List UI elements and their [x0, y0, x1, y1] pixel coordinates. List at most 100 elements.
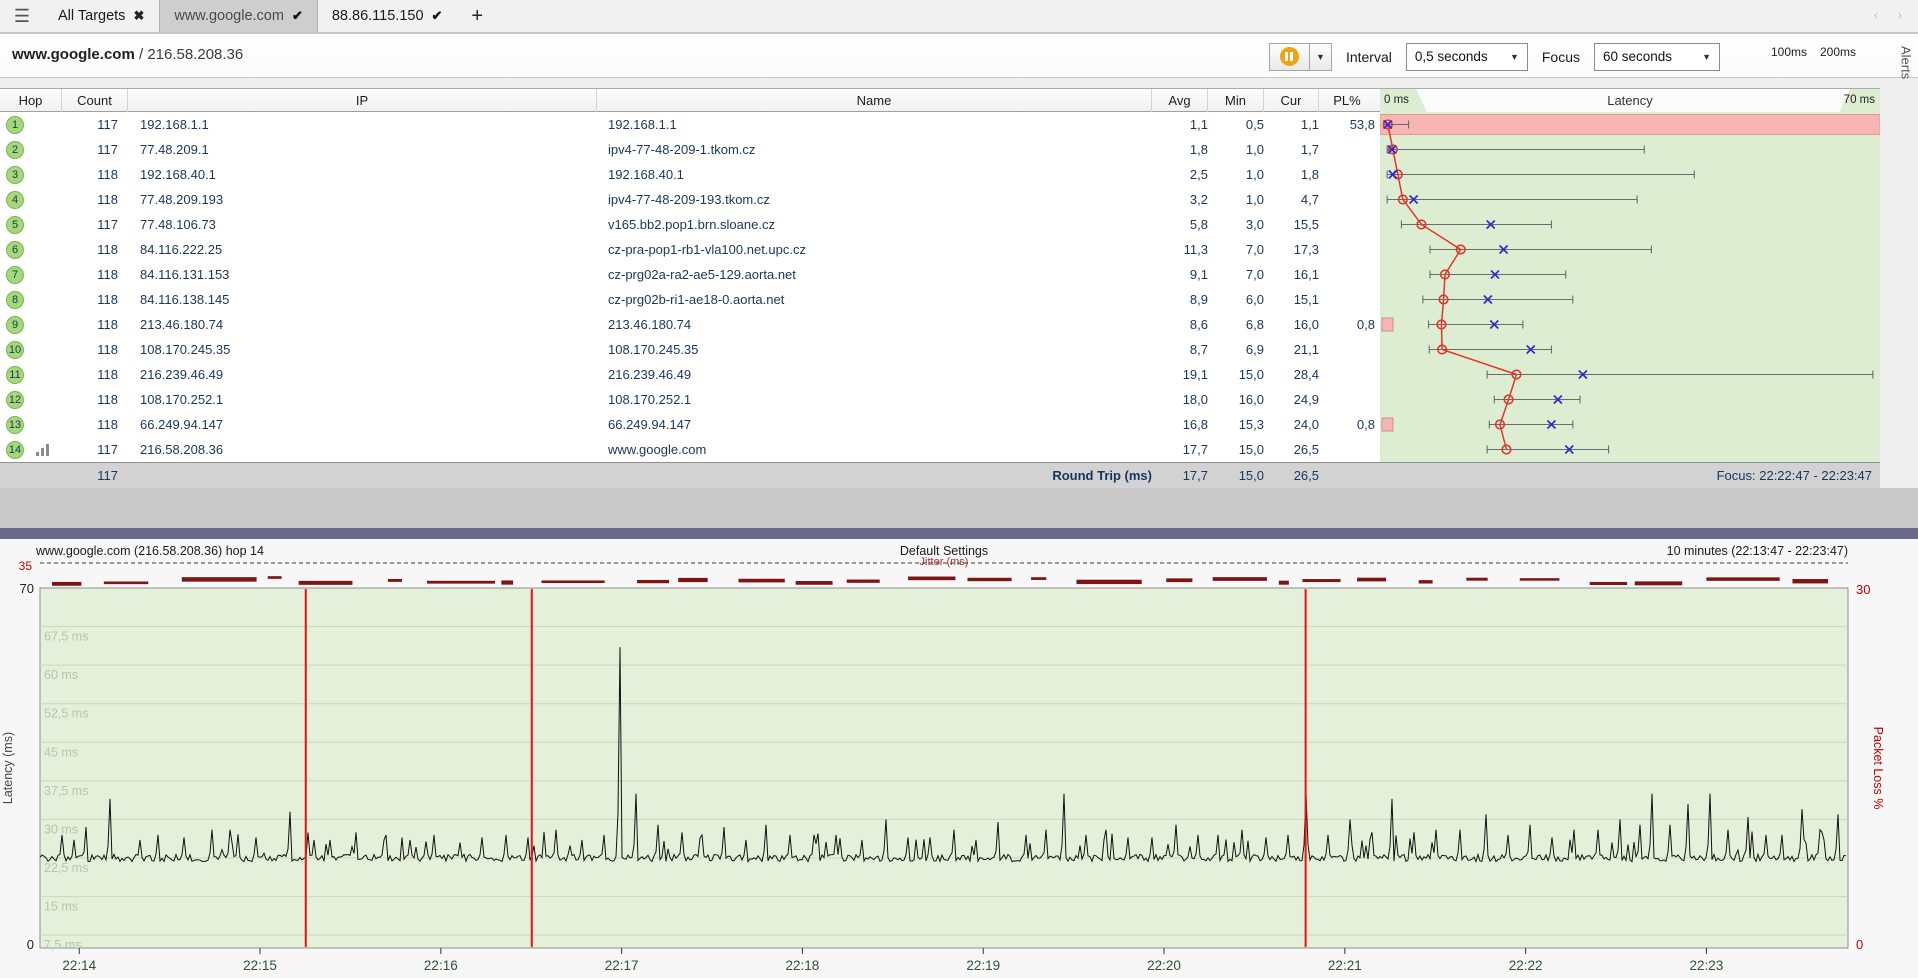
cell-cur: 17,3 [1264, 237, 1319, 262]
trace-table-header: Hop Count IP Name Avg Min Cur PL% 0 ms L… [0, 88, 1880, 112]
cell-name: 192.168.1.1 [608, 112, 677, 137]
tab-all-targets[interactable]: All Targets ✖ [44, 0, 159, 32]
table-row[interactable]: 811884.116.138.145cz-prg02b-ri1-ae18-0.a… [0, 287, 1380, 312]
cell-name: 108.170.252.1 [608, 387, 691, 412]
svg-text:22:15: 22:15 [243, 958, 277, 973]
pause-icon [1280, 47, 1299, 66]
svg-text:22:18: 22:18 [786, 958, 820, 973]
table-row[interactable]: 211777.48.209.1ipv4-77-48-209-1.tkom.cz1… [0, 137, 1380, 162]
trace-controls: ▼ Interval 0,5 seconds▼ Focus 60 seconds… [1269, 34, 1884, 79]
hop-number-badge: 10 [6, 341, 24, 359]
alerts-panel-tab[interactable]: Alerts [1894, 34, 1918, 92]
column-header-avg[interactable]: Avg [1152, 89, 1208, 112]
pause-button[interactable] [1269, 43, 1309, 71]
scale-green-segment [1734, 60, 1792, 68]
pause-button-group: ▼ [1269, 43, 1332, 71]
cell-min: 15,0 [1208, 362, 1264, 387]
column-header-count[interactable]: Count [62, 89, 128, 112]
hop-number-badge: 12 [6, 391, 24, 409]
cell-count: 117 [62, 212, 118, 237]
tab-88-86-115-150[interactable]: 88.86.115.150 ✔ [318, 0, 458, 32]
table-row[interactable]: 511777.48.106.73v165.bb2.pop1.brn.sloane… [0, 212, 1380, 237]
focus-label: Focus [1542, 49, 1580, 65]
table-row[interactable]: 411877.48.209.193ipv4-77-48-209-193.tkom… [0, 187, 1380, 212]
hop-number-badge: 11 [6, 366, 24, 384]
cell-cur: 21,1 [1264, 337, 1319, 362]
graphed-hop-icon [36, 444, 50, 456]
table-row[interactable]: 3118192.168.40.1192.168.40.12,51,01,8 [0, 162, 1380, 187]
svg-text:7,5 ms: 7,5 ms [44, 938, 82, 952]
svg-text:22:23: 22:23 [1690, 958, 1724, 973]
focus-select[interactable]: 60 seconds▼ [1594, 43, 1720, 71]
tab-scroll-arrows[interactable]: ‹ › [1874, 7, 1910, 22]
cell-avg: 3,2 [1152, 187, 1208, 212]
table-row[interactable]: 1117192.168.1.1192.168.1.11,10,51,153,8 [0, 112, 1380, 137]
cell-cur: 15,5 [1264, 212, 1319, 237]
cell-min: 6,8 [1208, 312, 1264, 337]
table-row[interactable]: 9118213.46.180.74213.46.180.748,66,816,0… [0, 312, 1380, 337]
table-row[interactable]: 14117216.58.208.36www.google.com17,715,0… [0, 437, 1380, 462]
cell-hop: 1 [0, 112, 62, 137]
timeline-graph[interactable]: www.google.com (216.58.208.36) hop 14Def… [0, 539, 1918, 978]
table-row[interactable]: 12118108.170.252.1108.170.252.118,016,02… [0, 387, 1380, 412]
cell-cur: 26,5 [1264, 437, 1319, 462]
cell-ip: 84.116.222.25 [140, 237, 222, 262]
table-row[interactable]: 11118216.239.46.49216.239.46.4919,115,02… [0, 362, 1380, 387]
cell-name: ipv4-77-48-209-193.tkom.cz [608, 187, 770, 212]
cell-hop: 4 [0, 187, 62, 212]
svg-text:70: 70 [20, 581, 34, 596]
hop-number-badge: 1 [6, 116, 24, 134]
cell-ip: 192.168.40.1 [140, 162, 216, 187]
cell-avg: 5,8 [1152, 212, 1208, 237]
check-icon: ✔ [292, 8, 303, 24]
cell-name: ipv4-77-48-209-1.tkom.cz [608, 137, 755, 162]
focus-value: 60 seconds [1603, 49, 1672, 64]
table-row[interactable]: 1311866.249.94.14766.249.94.14716,815,32… [0, 412, 1380, 437]
hop-number-badge: 5 [6, 216, 24, 234]
cell-cur: 1,7 [1264, 137, 1319, 162]
column-header-cur[interactable]: Cur [1264, 89, 1319, 112]
cell-hop: 12 [0, 387, 62, 412]
column-header-min[interactable]: Min [1208, 89, 1264, 112]
hop-number-badge: 2 [6, 141, 24, 159]
close-icon[interactable]: ✖ [133, 8, 144, 24]
target-title: www.google.com / 216.58.208.36 [12, 46, 243, 63]
cell-hop: 2 [0, 137, 62, 162]
table-row[interactable]: 711884.116.131.153cz-prg02a-ra2-ae5-129.… [0, 262, 1380, 287]
round-trip-label: Round Trip (ms) [900, 463, 1152, 488]
cell-avg: 9,1 [1152, 262, 1208, 287]
column-header-ip[interactable]: IP [128, 89, 597, 112]
new-target-button[interactable]: + [457, 0, 497, 32]
cell-cur: 24,0 [1264, 412, 1319, 437]
cell-cur: 16,0 [1264, 312, 1319, 337]
cell-min: 7,0 [1208, 237, 1264, 262]
cell-avg: 19,1 [1152, 362, 1208, 387]
interval-select[interactable]: 0,5 seconds▼ [1406, 43, 1528, 71]
column-header-hop[interactable]: Hop [0, 89, 62, 112]
svg-text:www.google.com (216.58.208.36): www.google.com (216.58.208.36) hop 14 [35, 544, 264, 558]
column-header-pl[interactable]: PL% [1319, 89, 1375, 112]
tab-www-google-com[interactable]: www.google.com ✔ [159, 0, 318, 32]
cell-name: cz-pra-pop1-rb1-vla100.net.upc.cz [608, 237, 806, 262]
pause-dropdown-button[interactable]: ▼ [1309, 43, 1332, 71]
cell-avg: 8,6 [1152, 312, 1208, 337]
column-header-latency[interactable]: 0 ms Latency 70 ms [1380, 89, 1880, 112]
pane-splitter-handle[interactable] [0, 528, 1918, 539]
menu-icon[interactable]: ☰ [0, 0, 44, 32]
column-header-name[interactable]: Name [597, 89, 1152, 112]
hop-number-badge: 4 [6, 191, 24, 209]
svg-text:45 ms: 45 ms [44, 745, 78, 759]
table-row[interactable]: 611884.116.222.25cz-pra-pop1-rb1-vla100.… [0, 237, 1380, 262]
footer-focus-range: Focus: 22:22:47 - 22:23:47 [1717, 463, 1872, 488]
svg-text:30: 30 [1856, 582, 1870, 597]
cell-avg: 18,0 [1152, 387, 1208, 412]
cell-min: 6,9 [1208, 337, 1264, 362]
cell-count: 118 [62, 312, 118, 337]
cell-name: 108.170.245.35 [608, 337, 698, 362]
cell-ip: 84.116.138.145 [140, 287, 229, 312]
table-row[interactable]: 10118108.170.245.35108.170.245.358,76,92… [0, 337, 1380, 362]
latency-color-scale: 100ms 200ms [1734, 45, 1884, 68]
svg-text:22:19: 22:19 [966, 958, 1000, 973]
svg-text:Jitter (ms): Jitter (ms) [920, 556, 969, 568]
cell-count: 118 [62, 187, 118, 212]
